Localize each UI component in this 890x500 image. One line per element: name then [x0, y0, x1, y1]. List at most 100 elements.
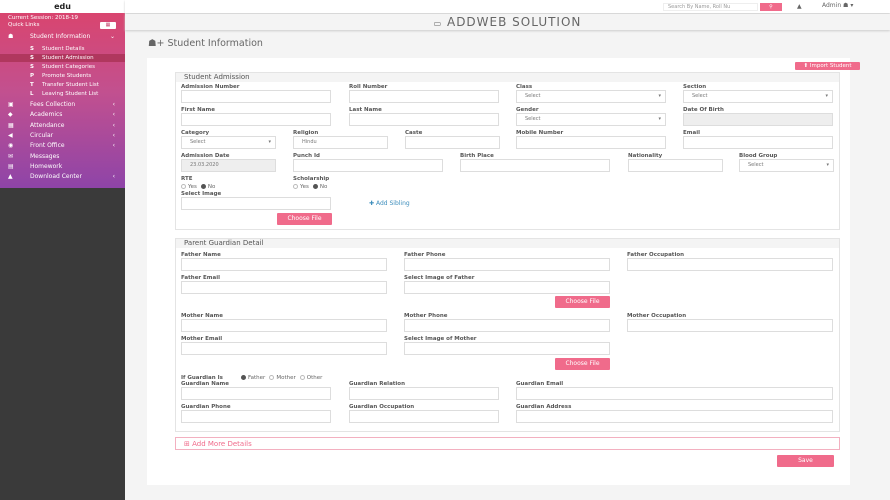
guardian-is-option-father[interactable]: Father [241, 375, 265, 381]
sidebar-subitem[interactable]: S Student Details [0, 45, 125, 53]
search-icon: ⚲ [769, 4, 773, 10]
mother-name-input[interactable] [181, 319, 387, 332]
blood-group-select[interactable]: Select ▾ [739, 159, 834, 172]
graduation-cap-icon: ◆ [8, 111, 13, 119]
mobile-number-input[interactable] [516, 136, 666, 149]
choose-file-button[interactable]: Choose File [277, 213, 332, 225]
sidebar-item-label: Circular [30, 131, 54, 139]
radio-button[interactable] [181, 184, 186, 189]
logo[interactable]: edu [0, 0, 125, 13]
gender-select[interactable]: Select ▾ [516, 113, 666, 126]
subitem-label: Student Details [42, 46, 85, 52]
save-button[interactable]: Save [777, 455, 834, 467]
admission-date-input[interactable]: 23.03.2020 [181, 159, 276, 172]
search-button[interactable]: ⚲ [760, 3, 782, 11]
sidebar-item[interactable]: ▲ Download Center ‹ [0, 172, 125, 182]
sidebar-item[interactable]: ▤ Homework [0, 162, 125, 172]
subitem-icon: S [30, 64, 34, 70]
select-image-of-father-input[interactable] [404, 281, 610, 294]
radio-label: Mother [276, 375, 296, 381]
admission-number-input[interactable] [181, 90, 331, 103]
scholarship-option-yes[interactable]: Yes [293, 184, 309, 190]
roll-number-input[interactable] [349, 90, 499, 103]
admission-date-value: 23.03.2020 [190, 162, 219, 168]
sidebar-item[interactable]: ▣ Fees Collection ‹ [0, 100, 125, 110]
current-session: Current Session: 2018-19 [8, 15, 78, 21]
last-name-input[interactable] [349, 113, 499, 126]
subitem-icon: S [30, 55, 34, 61]
quick-links-button[interactable]: ▦ [100, 22, 116, 29]
nationality-input[interactable] [628, 159, 723, 172]
guardian-is-option-mother[interactable]: Mother [269, 375, 296, 381]
chevron-left-icon: ‹ [112, 101, 115, 108]
sidebar-subitem[interactable]: T Transfer Student List [0, 81, 125, 89]
radio-button[interactable] [299, 375, 305, 380]
add-more-label: Add More Details [192, 440, 252, 448]
search-input[interactable]: Search By Name, Roll Nu [663, 3, 758, 11]
guardian-email-input[interactable] [516, 387, 833, 400]
rte-option-yes[interactable]: Yes [181, 184, 197, 190]
mother-occupation-input[interactable] [627, 319, 833, 332]
guardian-occupation-input[interactable] [349, 410, 499, 423]
birth-place-input[interactable] [460, 159, 610, 172]
sidebar-item-student-information[interactable]: ☗ Student Information ⌄ [0, 32, 125, 42]
sidebar-item-label: Homework [30, 162, 63, 170]
radio-button[interactable] [312, 184, 318, 189]
sidebar-subitem[interactable]: L Leaving Student List [0, 90, 125, 98]
guardian-relation-input[interactable] [349, 387, 499, 400]
add-sibling-link[interactable]: ✚ Add Sibling [369, 200, 410, 207]
date-of-birth-input[interactable] [683, 113, 833, 126]
father-phone-input[interactable] [404, 258, 610, 271]
chat-icon: ✉ [8, 152, 14, 160]
sidebar-subitem[interactable]: S Student Categories [0, 63, 125, 71]
mother-phone-input[interactable] [404, 319, 610, 332]
scholarship-option-no[interactable]: No [312, 184, 328, 190]
sidebar-subitem[interactable]: S Student Admission [0, 54, 125, 62]
radio-button[interactable] [269, 375, 275, 380]
radio-button[interactable] [241, 375, 246, 380]
sidebar-item[interactable]: ◉ Front Office ‹ [0, 141, 125, 151]
radio-button[interactable] [200, 184, 206, 189]
sidebar-item-label: Download Center [30, 173, 82, 181]
punch-id-input[interactable] [293, 159, 443, 172]
guardian-address-input[interactable] [516, 410, 833, 423]
email-input[interactable] [683, 136, 833, 149]
chevron-left-icon: ‹ [112, 131, 115, 139]
category-select[interactable]: Select ▾ [181, 136, 276, 149]
choose-file-mother-button[interactable]: Choose File [555, 358, 610, 370]
caste-input[interactable] [405, 136, 500, 149]
guardian-is-option-other[interactable]: Other [299, 375, 323, 381]
sidebar-item[interactable]: ✉ Messages [0, 152, 125, 162]
sidebar-subitem[interactable]: P Promote Students [0, 72, 125, 80]
mother-email-input[interactable] [181, 342, 387, 355]
select-image-input[interactable] [181, 197, 331, 210]
choose-file-father-button[interactable]: Choose File [555, 296, 610, 308]
rte-option-no[interactable]: No [200, 184, 215, 190]
user-icon: ☗ [843, 2, 849, 9]
guardian-phone-input[interactable] [181, 410, 331, 423]
first-name-input[interactable] [181, 113, 331, 126]
bell-icon[interactable]: ▲ [797, 3, 802, 10]
religion-input[interactable]: Hindu [293, 136, 388, 149]
add-more-details[interactable]: ⊞ Add More Details [175, 437, 840, 450]
upload-icon: ⬆ [803, 63, 809, 69]
chevron-left-icon: ‹ [112, 121, 115, 129]
radio-button[interactable] [293, 184, 298, 189]
radio-label: No [319, 184, 328, 190]
sidebar-item-label: Messages [30, 152, 60, 160]
guardian-name-input[interactable] [181, 387, 331, 400]
select-image-of-mother-input[interactable] [404, 342, 610, 355]
user-group-icon: ☗ [8, 33, 14, 40]
scholarship-radio-group: Yes No [293, 184, 331, 190]
import-student-button[interactable]: ⬆ Import Student [795, 62, 860, 70]
sidebar-item[interactable]: ▦ Attendance ‹ [0, 121, 125, 131]
class-select[interactable]: Select ▾ [516, 90, 666, 103]
sidebar-item[interactable]: ◆ Academics ‹ [0, 110, 125, 120]
father-name-input[interactable] [181, 258, 387, 271]
father-occupation-input[interactable] [627, 258, 833, 271]
user-menu[interactable]: Admin ☗ ▾ [822, 2, 853, 9]
sidebar-item[interactable]: ◀ Circular ‹ [0, 131, 125, 141]
father-email-input[interactable] [181, 281, 387, 294]
section-select[interactable]: Select ▾ [683, 90, 833, 103]
radio-label: Other [306, 375, 323, 381]
